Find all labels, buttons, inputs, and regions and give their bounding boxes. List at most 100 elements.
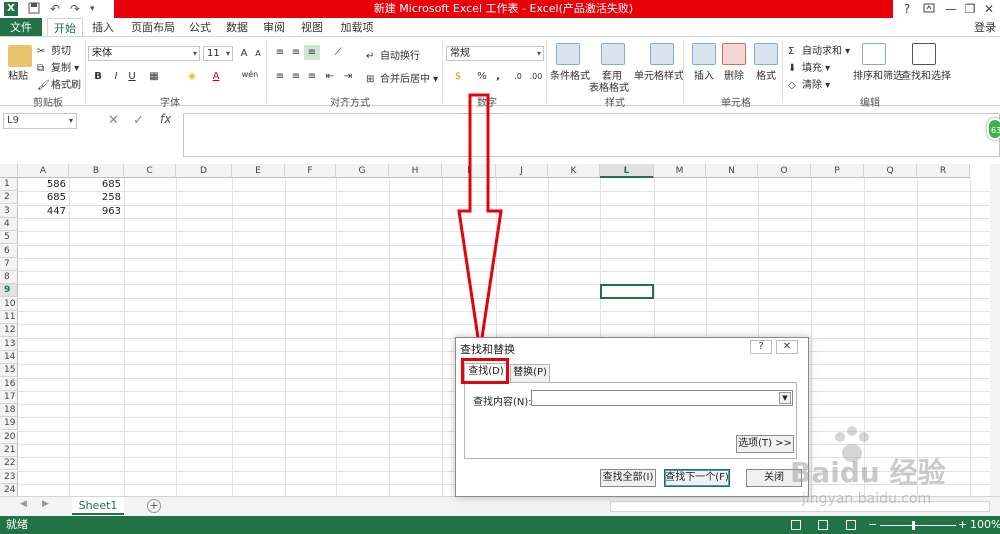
help-button[interactable]: ? [896, 0, 918, 18]
orientation-icon[interactable]: ⟋ [330, 45, 346, 60]
align-center-icon[interactable]: ≡ [288, 69, 304, 84]
find-what-input[interactable]: ▼ [531, 390, 793, 406]
tab-review[interactable]: 审阅 [258, 18, 290, 37]
row-header-13[interactable]: 13 [0, 337, 18, 351]
cell-styles-button[interactable]: 单元格样式 [634, 67, 684, 82]
cancel-entry-button[interactable]: ✕ [108, 113, 119, 128]
cell-b1[interactable]: 685 [69, 178, 124, 191]
delete-cells-icon[interactable] [722, 43, 746, 65]
insert-cells-icon[interactable] [692, 43, 716, 65]
name-box[interactable]: L9 ▾ [3, 113, 77, 129]
confirm-entry-button[interactable]: ✓ [133, 113, 144, 128]
percent-button[interactable]: % [474, 69, 490, 84]
decrease-indent-icon[interactable]: ⇤ [322, 69, 338, 84]
row-header-11[interactable]: 11 [0, 311, 18, 324]
notification-badge[interactable]: 63 [987, 118, 1000, 140]
row-header-23[interactable]: 23 [0, 470, 18, 484]
row-header-10[interactable]: 10 [0, 297, 18, 311]
phonetic-button[interactable]: wén [240, 67, 260, 82]
chevron-down-icon[interactable]: ▼ [779, 392, 791, 404]
row-header-17[interactable]: 17 [0, 390, 18, 404]
column-header-e[interactable]: E [232, 164, 285, 178]
row-header-12[interactable]: 12 [0, 324, 18, 338]
insert-cells-button[interactable]: 插入 [694, 67, 714, 82]
zoom-level[interactable]: 100% [970, 516, 1000, 534]
zoom-slider[interactable] [880, 525, 956, 526]
copy-button[interactable]: ⧉ 复制 ▾ [37, 59, 79, 75]
column-header-q[interactable]: Q [864, 164, 917, 178]
row-header-5[interactable]: 5 [0, 231, 18, 245]
column-header-m[interactable]: M [654, 164, 706, 178]
ribbon-display-options-button[interactable] [918, 0, 940, 18]
format-painter-button[interactable]: 🖌格式刷 [37, 76, 81, 92]
dialog-close-icon[interactable]: ✕ [776, 340, 798, 354]
find-all-button[interactable]: 查找全部(I) [600, 469, 656, 487]
normal-view-icon[interactable] [791, 520, 801, 530]
row-header-14[interactable]: 14 [0, 350, 18, 364]
merge-center-button[interactable]: ⊞ 合并后居中 ▾ [366, 70, 438, 86]
format-cells-button[interactable]: 格式 [756, 67, 776, 82]
align-right-icon[interactable]: ≡ [304, 69, 320, 84]
column-header-o[interactable]: O [758, 164, 811, 178]
select-all-corner[interactable] [0, 164, 18, 178]
sheet-tab-sheet1[interactable]: Sheet1 [72, 497, 124, 515]
tab-replace[interactable]: 替换(P) [510, 364, 550, 382]
column-header-l[interactable]: L [600, 164, 654, 178]
column-header-p[interactable]: P [811, 164, 864, 178]
tab-file[interactable]: 文件 [0, 18, 42, 37]
undo-icon[interactable]: ↶ [50, 2, 60, 16]
next-sheet-icon[interactable]: ▶ [42, 499, 49, 509]
clear-button[interactable]: ◇ 清除 ▾ [788, 76, 830, 92]
format-as-table-icon[interactable] [601, 43, 625, 65]
cell-a1[interactable]: 586 [18, 178, 69, 191]
comma-button[interactable]: , [490, 69, 506, 84]
tab-home[interactable]: 开始 [47, 18, 83, 37]
delete-cells-button[interactable]: 删除 [724, 67, 744, 82]
decrease-decimal-icon[interactable]: .00 [528, 69, 544, 84]
page-layout-view-icon[interactable] [818, 520, 828, 530]
find-select-button[interactable]: 查找和选择 [901, 67, 951, 82]
paste-button[interactable]: 粘贴 [8, 67, 28, 82]
row-header-7[interactable]: 7 [0, 257, 18, 271]
cell-b3[interactable]: 963 [69, 205, 124, 218]
align-left-icon[interactable]: ≡ [272, 69, 288, 84]
row-header-4[interactable]: 4 [0, 217, 18, 231]
column-header-n[interactable]: N [706, 164, 758, 178]
sort-filter-icon[interactable] [862, 43, 886, 65]
customize-qat-icon[interactable]: ▾ [90, 2, 95, 16]
find-next-button[interactable]: 查找下一个(F) [664, 469, 730, 487]
italic-button[interactable]: I [108, 69, 124, 84]
cut-button[interactable]: ✂ 剪切 [37, 42, 71, 58]
align-middle-icon[interactable]: ≡ [288, 45, 304, 60]
row-header-24[interactable]: 24 [0, 483, 18, 496]
row-header-21[interactable]: 21 [0, 444, 18, 457]
cell-a2[interactable]: 685 [18, 191, 69, 204]
tab-formulas[interactable]: 公式 [184, 18, 216, 37]
dialog-help-button[interactable]: ? [750, 340, 772, 354]
wrap-text-button[interactable]: ↵ 自动换行 [366, 47, 420, 63]
zoom-in-icon[interactable]: + [958, 516, 967, 534]
cell-styles-icon[interactable] [650, 43, 674, 65]
save-icon[interactable] [28, 2, 40, 16]
vertical-scrollbar[interactable] [990, 164, 1000, 496]
shrink-font-button[interactable]: A [250, 46, 266, 61]
increase-indent-icon[interactable]: ⇥ [340, 69, 356, 84]
close-button[interactable]: ✕ [978, 0, 1000, 18]
row-header-20[interactable]: 20 [0, 430, 18, 444]
prev-sheet-icon[interactable]: ◀ [20, 499, 27, 509]
column-header-a[interactable]: A [18, 164, 69, 178]
add-sheet-button[interactable]: + [147, 499, 161, 513]
column-header-h[interactable]: H [389, 164, 442, 178]
row-header-1[interactable]: 1 [0, 178, 18, 191]
borders-icon[interactable]: ▦ [146, 69, 162, 84]
tab-insert[interactable]: 插入 [86, 18, 120, 37]
zoom-slider-thumb[interactable] [912, 521, 915, 530]
page-break-view-icon[interactable] [846, 520, 856, 530]
column-header-c[interactable]: C [124, 164, 176, 178]
autosum-button[interactable]: Σ 自动求和 ▾ [788, 42, 850, 58]
tab-page-layout[interactable]: 页面布局 [127, 18, 179, 37]
conditional-formatting-icon[interactable] [556, 43, 580, 65]
row-header-15[interactable]: 15 [0, 364, 18, 378]
currency-icon[interactable]: $ [450, 69, 466, 84]
column-header-d[interactable]: D [176, 164, 232, 178]
